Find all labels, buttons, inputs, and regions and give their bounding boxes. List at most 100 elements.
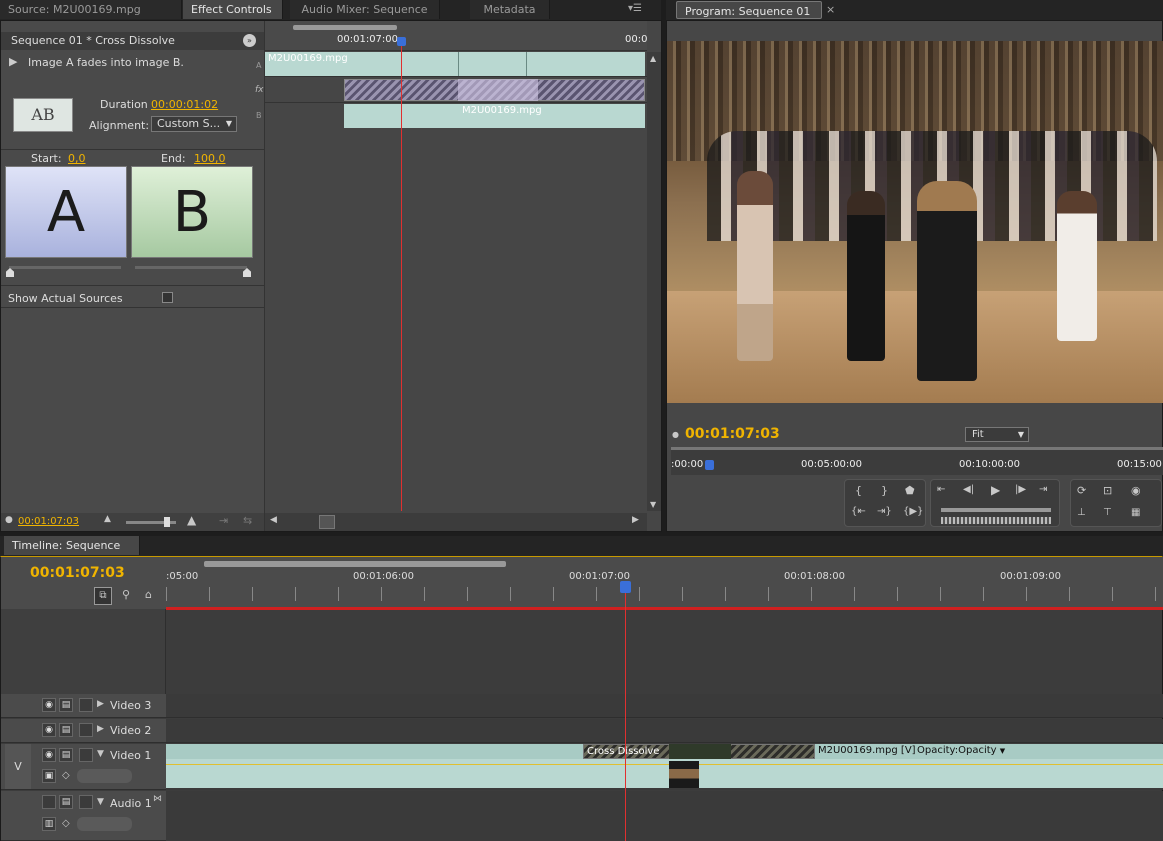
end-slider[interactable] — [135, 266, 247, 269]
end-slider-handle[interactable] — [243, 268, 251, 277]
zoom-out-icon[interactable]: ▲ — [104, 514, 111, 524]
lock-icon[interactable]: ▤ — [59, 748, 73, 762]
panel-menu-icon[interactable]: ▾☰ — [628, 3, 642, 14]
output-icon[interactable]: ◉ — [1131, 484, 1141, 497]
eye-icon[interactable]: ◉ — [42, 748, 56, 762]
ec-playhead[interactable] — [401, 37, 402, 511]
display-style-icon[interactable]: ▣ — [42, 769, 56, 783]
timeline-ruler-tick: 00:01:08:00 — [784, 571, 846, 582]
ec-hscrollbar[interactable]: ◀ ▶ — [265, 513, 647, 531]
zoom-in-icon[interactable]: ▲ — [187, 513, 196, 527]
alignment-dropdown[interactable]: Custom S... ▼ — [151, 116, 237, 132]
go-to-out-icon[interactable]: ⇥} — [877, 506, 892, 517]
work-area-bar[interactable] — [166, 607, 1163, 610]
start-slider-handle[interactable] — [6, 268, 14, 277]
lock-icon[interactable]: ▤ — [59, 723, 73, 737]
collapse-icon[interactable]: ▼ — [97, 797, 104, 807]
speaker-icon[interactable] — [42, 795, 56, 809]
marker-icon[interactable]: ⚲ — [122, 588, 130, 601]
end-value[interactable]: 100,0 — [194, 152, 226, 165]
program-playhead-handle[interactable] — [705, 460, 714, 470]
duration-value[interactable]: 00:00:01:02 — [151, 98, 218, 111]
timeline-ruler[interactable]: :05:00 00:01:06:00 00:01:07:00 00:01:08:… — [166, 557, 1163, 610]
sync-lock-icon[interactable] — [79, 698, 93, 712]
export-frame-icon[interactable]: ▦ — [1131, 507, 1140, 518]
forward-icon[interactable]: » — [243, 34, 256, 47]
expand-icon[interactable]: ▶ — [97, 699, 104, 709]
keyframe-nav[interactable] — [77, 769, 132, 783]
start-slider[interactable] — [9, 266, 121, 269]
close-icon[interactable]: × — [826, 3, 835, 16]
scroll-up-icon[interactable]: ▲ — [650, 54, 656, 63]
sync-lock-icon[interactable] — [79, 795, 93, 809]
export-icon[interactable]: ⇥ — [219, 514, 228, 527]
tab-metadata[interactable]: Metadata — [470, 0, 550, 19]
scroll-left-icon[interactable]: ◀ — [270, 515, 277, 525]
keyframe-icon[interactable]: ◇ — [62, 818, 70, 829]
safe-margins-icon[interactable]: ⊡ — [1103, 484, 1112, 497]
ec-ruler: 00:01:07:00 00:0 — [265, 21, 647, 51]
go-to-next-edit-icon[interactable]: ⇥ — [1039, 484, 1047, 495]
program-timecode[interactable]: 00:01:07:03 — [685, 426, 780, 442]
set-marker-icon[interactable]: ⌂ — [145, 588, 152, 601]
tab-timeline[interactable]: Timeline: Sequence 01 × — [4, 536, 140, 571]
play-transition-icon[interactable]: ▶ — [9, 55, 17, 68]
tab-effect-controls[interactable]: Effect Controls × — [183, 0, 283, 35]
clip-b[interactable]: M2U00169.mpg — [459, 104, 645, 128]
expand-icon[interactable]: ▶ — [97, 724, 104, 734]
lane-video-2[interactable] — [166, 719, 1163, 743]
chevron-down-icon: ▼ — [1017, 430, 1024, 439]
ec-zoom-bar[interactable] — [293, 25, 397, 30]
fit-dropdown[interactable]: Fit ▼ — [965, 427, 1029, 442]
lane-audio-1[interactable] — [166, 791, 1163, 841]
go-to-in-icon[interactable]: {⇤ — [851, 506, 866, 517]
collapse-icon[interactable]: ▼ — [97, 749, 104, 759]
mark-in-icon[interactable]: { — [855, 484, 862, 497]
keyframe-nav[interactable] — [77, 817, 132, 831]
lift-icon[interactable]: ⊥ — [1077, 507, 1086, 518]
play-in-out-icon[interactable]: {▶} — [903, 506, 923, 517]
start-value[interactable]: 0,0 — [68, 152, 86, 165]
program-ruler[interactable]: :00:00 00:05:00:00 00:10:00:00 00:15:00 — [671, 447, 1163, 475]
timeline-zoom-bar[interactable] — [204, 561, 506, 567]
tab-source[interactable]: Source: M2U00169.mpg — [0, 0, 182, 19]
timeline-playhead[interactable] — [625, 593, 626, 841]
eye-icon[interactable]: ◉ — [42, 723, 56, 737]
ec-timecode[interactable]: 00:01:07:03 — [18, 516, 79, 527]
sync-lock-icon[interactable] — [79, 723, 93, 737]
hscroll-thumb[interactable] — [319, 515, 335, 529]
snap-icon[interactable]: ⧉ — [94, 587, 112, 605]
clip-a[interactable]: M2U00169.mpg — [265, 52, 645, 76]
step-forward-icon[interactable]: |▶ — [1015, 484, 1026, 495]
eye-icon[interactable]: ◉ — [42, 698, 56, 712]
step-back-icon[interactable]: ◀| — [963, 484, 974, 495]
ec-vscrollbar[interactable]: ▲ ▼ — [647, 52, 661, 511]
loop-icon[interactable]: ⟳ — [1077, 484, 1086, 497]
ec-playhead-handle[interactable] — [397, 37, 406, 46]
lane-video-3[interactable] — [166, 694, 1163, 718]
play-icon[interactable]: ▶ — [991, 483, 1000, 497]
scroll-right-icon[interactable]: ▶ — [632, 515, 639, 525]
effect-timeline: 00:01:07:00 00:0 A fx B M2U00169.mpg M2U… — [255, 21, 661, 531]
scroll-down-icon[interactable]: ▼ — [650, 500, 656, 509]
source-v-indicator[interactable]: V — [5, 744, 31, 789]
timeline-timecode[interactable]: 00:01:07:03 — [30, 565, 125, 581]
tab-program[interactable]: Program: Sequence 01 ▼ — [676, 1, 822, 36]
shuttle-slider[interactable] — [941, 508, 1051, 512]
jog-wheel[interactable] — [941, 517, 1051, 524]
marker-icon[interactable]: ⬟ — [905, 484, 915, 497]
extract-icon[interactable]: ⊤ — [1103, 507, 1112, 518]
keyframe-icon[interactable]: ◇ — [62, 770, 70, 781]
go-to-previous-edit-icon[interactable]: ⇤ — [937, 484, 945, 495]
tab-audio-mixer[interactable]: Audio Mixer: Sequence 01 — [290, 0, 440, 35]
lock-icon[interactable]: ▤ — [59, 698, 73, 712]
zoom-slider-handle[interactable] — [164, 517, 170, 527]
timeline-playhead-handle[interactable] — [620, 581, 631, 593]
show-sources-checkbox[interactable] — [162, 292, 173, 303]
loop-icon[interactable]: ⇆ — [243, 514, 252, 527]
sync-lock-icon[interactable] — [79, 748, 93, 762]
waveform-icon[interactable]: ▥ — [42, 817, 56, 831]
mark-out-icon[interactable]: } — [881, 484, 888, 497]
opacity-dropdown[interactable]: Opacity:Opacity ▼ — [917, 745, 1005, 756]
lock-icon[interactable]: ▤ — [59, 795, 73, 809]
